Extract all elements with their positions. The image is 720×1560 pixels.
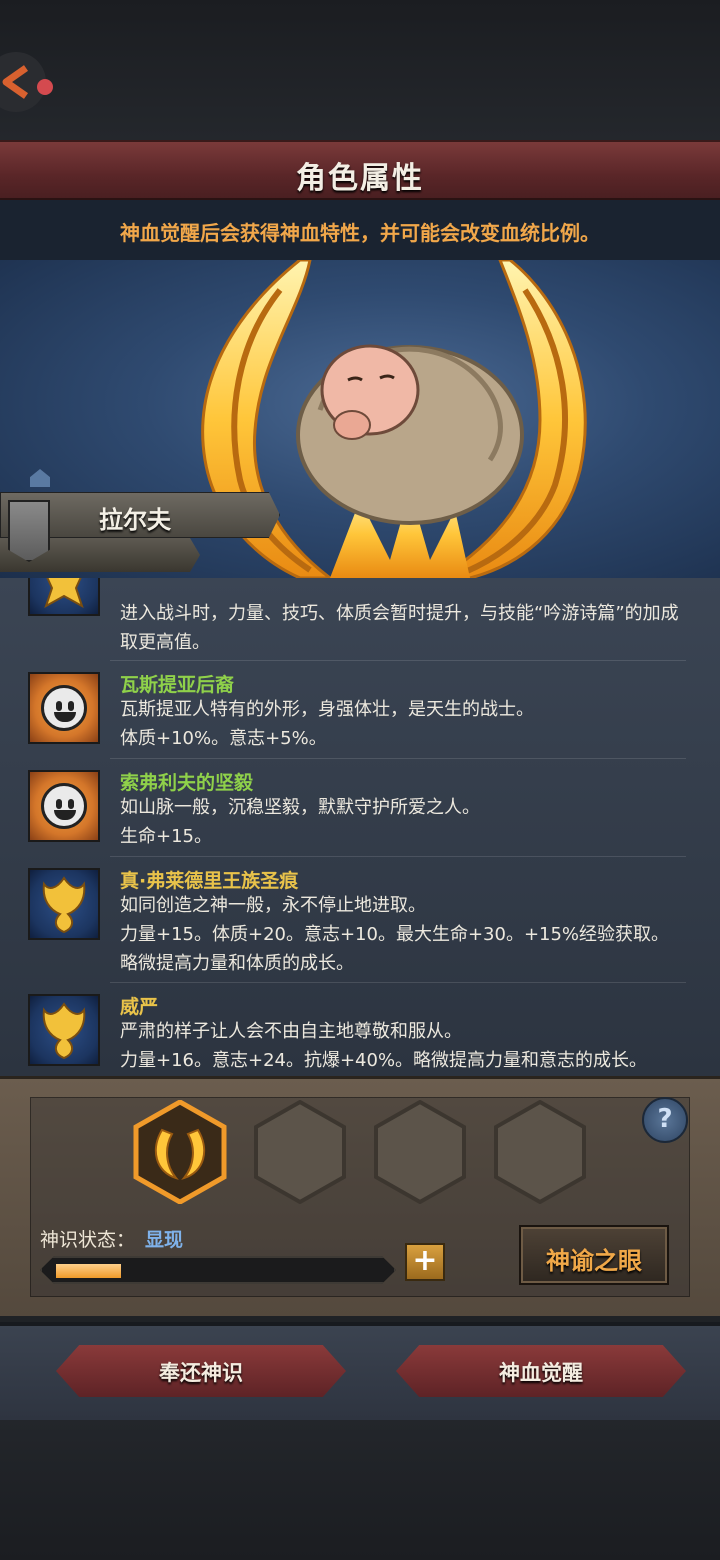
trait-description: 瓦斯提亚人特有的外形，身强体壮，是天生的战士。 体质+10%。意志+5%。 — [120, 699, 534, 749]
divine-status-label: 神识状态： — [40, 1229, 136, 1251]
crest-icon — [28, 994, 100, 1066]
page-subtitle: 神血觉醒后会获得神血特性，并可能会改变血统比例。 — [120, 221, 600, 245]
divine-progress-fill — [56, 1264, 121, 1278]
trait-name: 索弗利夫的坚毅 — [120, 772, 254, 794]
page-title: 角色属性 — [296, 161, 424, 196]
oracle-eye-label: 神谕之眼 — [546, 1247, 642, 1275]
rank-shield-icon[interactable] — [8, 500, 50, 562]
trait-description: 如山脉一般，沉稳坚毅，默默守护所爱之人。 生命+15。 — [120, 797, 480, 847]
title-banner: 角色属性 — [0, 140, 720, 200]
trait-divider — [110, 660, 686, 661]
trait-divider — [110, 982, 686, 983]
crest-icon — [28, 578, 100, 616]
divine-status-value: 显现 — [145, 1229, 184, 1251]
help-question-icon[interactable]: ? — [642, 1097, 688, 1143]
smiley-sun-icon — [28, 770, 100, 842]
trait-divider — [110, 856, 686, 857]
subtitle-bar: 神血觉醒后会获得神血特性，并可能会改变血统比例。 — [0, 200, 720, 260]
smiley-sun-icon — [28, 672, 100, 744]
divine-slot-empty[interactable] — [252, 1100, 348, 1204]
add-progress-button[interactable]: + — [405, 1243, 445, 1281]
trait-description: 进入战斗时，力量、技巧、体质会暂时提升，与技能“吟游诗篇”的加成取更高值。 — [120, 603, 679, 653]
trait-name: 瓦斯提亚后裔 — [120, 674, 235, 696]
crest-icon — [28, 868, 100, 940]
divine-progress-bar — [40, 1256, 396, 1284]
back-arrow-icon — [2, 65, 29, 99]
top-bar — [0, 0, 720, 140]
divine-slot-empty[interactable] — [492, 1100, 588, 1204]
oracle-eye-button[interactable]: 神谕之眼 — [519, 1225, 669, 1285]
divine-slot-empty[interactable] — [372, 1100, 468, 1204]
trait-name: 威严 — [120, 996, 159, 1018]
trait-description: 如同创造之神一般，永不停止地进取。 力量+15。体质+20。意志+10。最大生命… — [120, 895, 670, 974]
trait-divider — [110, 758, 686, 759]
trait-description: 严肃的样子让人会不由自主地尊敬和服从。 力量+16。意志+24。抗爆+40%。略… — [120, 1021, 648, 1071]
divine-blood-awaken-button[interactable]: 神血觉醒 — [396, 1345, 686, 1397]
return-divinity-label: 奉还神识 — [159, 1361, 243, 1385]
divine-slot-active[interactable] — [132, 1100, 228, 1204]
return-divinity-button[interactable]: 奉还神识 — [56, 1345, 346, 1397]
bottom-empty-area — [0, 1420, 720, 1560]
trait-name: 真·弗莱德里王族圣痕 — [120, 870, 299, 892]
golden-wings-icon — [133, 1100, 227, 1204]
divine-blood-awaken-label: 神血觉醒 — [499, 1361, 583, 1385]
notification-dot — [37, 79, 53, 95]
trait-list[interactable]: 进入战斗时，力量、技巧、体质会暂时提升，与技能“吟游诗篇”的加成取更高值。 瓦斯… — [0, 578, 720, 1076]
